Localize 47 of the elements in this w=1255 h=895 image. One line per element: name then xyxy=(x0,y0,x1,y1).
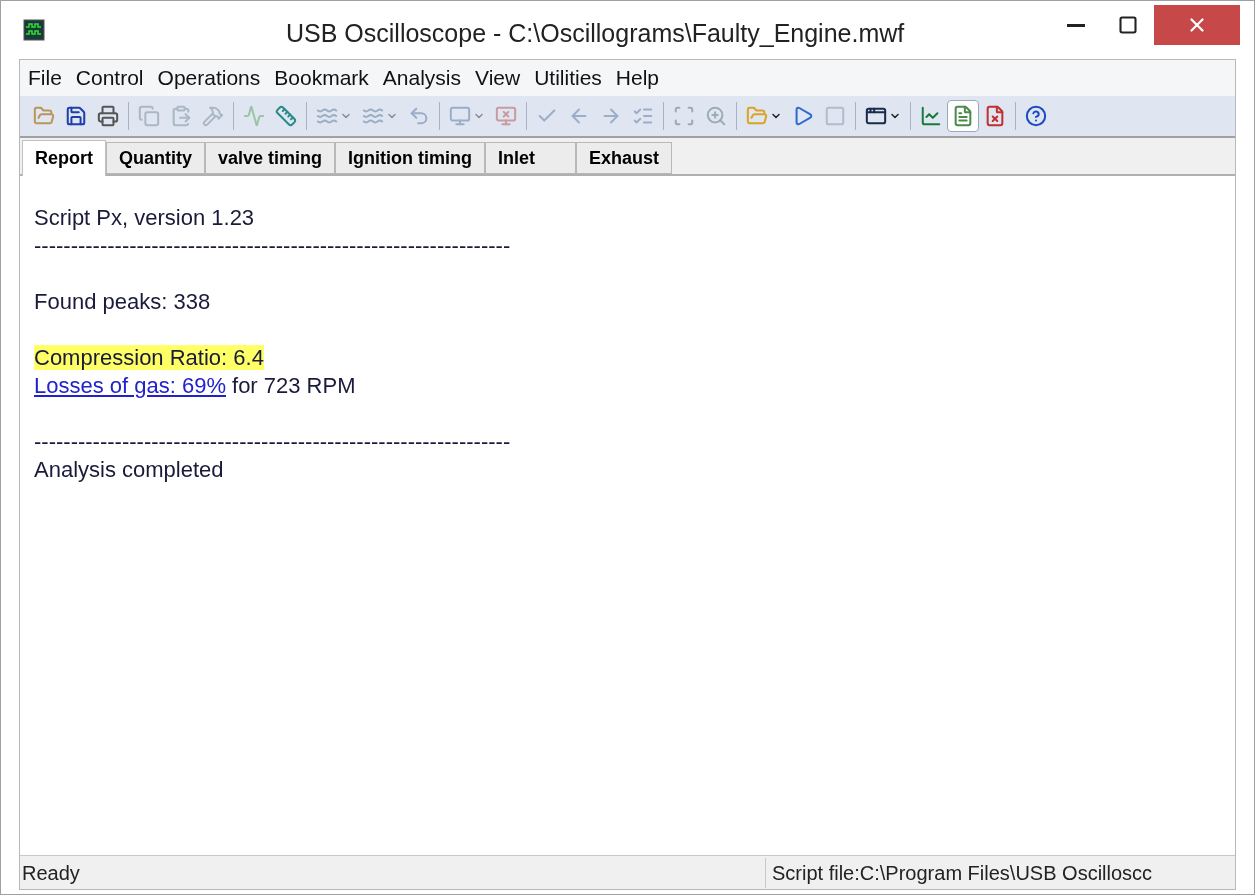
chart-icon xyxy=(920,105,942,127)
menu-item[interactable]: Control xyxy=(75,62,144,94)
report-text: for 723 RPM xyxy=(232,372,356,400)
undo-icon xyxy=(408,105,430,127)
tab[interactable]: Report xyxy=(22,140,106,176)
zoom-icon xyxy=(705,105,727,127)
menu-item[interactable]: Operations xyxy=(157,62,261,94)
folder-icon xyxy=(746,105,768,127)
minimize-icon xyxy=(1067,23,1085,27)
highlighted-result: Compression Ratio: 6.4 xyxy=(34,345,264,370)
report-line: Analysis completed xyxy=(34,456,225,484)
document-x-icon xyxy=(984,105,1006,127)
maximize-icon xyxy=(1118,15,1138,35)
window-title: USB Oscilloscope - C:\Oscillograms\Faulty_Engine.mwf xyxy=(286,18,905,49)
tab[interactable]: Quantity xyxy=(106,142,205,174)
menu-item[interactable]: View xyxy=(475,62,521,94)
result-link[interactable]: Losses of gas: 69% xyxy=(34,372,226,400)
monitor-x-icon xyxy=(495,105,517,127)
paste-icon xyxy=(170,105,192,127)
document-icon xyxy=(952,105,974,127)
menu-item[interactable]: Utilities xyxy=(534,62,602,94)
menu-item[interactable]: Help xyxy=(615,62,660,94)
tab[interactable]: Ignition timing xyxy=(335,142,486,174)
report-line: Found peaks: 338 xyxy=(34,288,212,316)
folder-icon xyxy=(33,105,55,127)
oscilloscope-app-icon xyxy=(23,19,45,41)
peak-icon xyxy=(243,105,265,127)
report-line: Script Px, version 1.23 xyxy=(34,204,256,232)
menu-item[interactable]: Analysis xyxy=(382,62,461,94)
copy-icon xyxy=(138,105,160,127)
tab[interactable]: valve timing xyxy=(205,142,336,174)
report-line: ----------------------------------------------------------------- xyxy=(34,232,512,260)
monitor-icon xyxy=(449,105,471,127)
status-script-file: Script file:C:\Program Files\USB Oscilloscc xyxy=(765,857,1235,888)
tab[interactable]: Exhaust xyxy=(576,142,673,174)
ruler-icon xyxy=(275,105,297,127)
report-line: ----------------------------------------------------------------- xyxy=(34,428,512,456)
menu-item[interactable]: Bookmark xyxy=(274,62,369,94)
frame-icon xyxy=(673,105,695,127)
status-text: Ready xyxy=(21,860,81,886)
tab[interactable]: Inlet xyxy=(485,142,577,174)
hammer-icon xyxy=(202,105,224,127)
printer-icon xyxy=(97,105,119,127)
menu-item[interactable]: File xyxy=(28,62,62,94)
help-icon xyxy=(1025,105,1047,127)
stop-icon xyxy=(824,105,846,127)
window-icon xyxy=(865,105,887,127)
